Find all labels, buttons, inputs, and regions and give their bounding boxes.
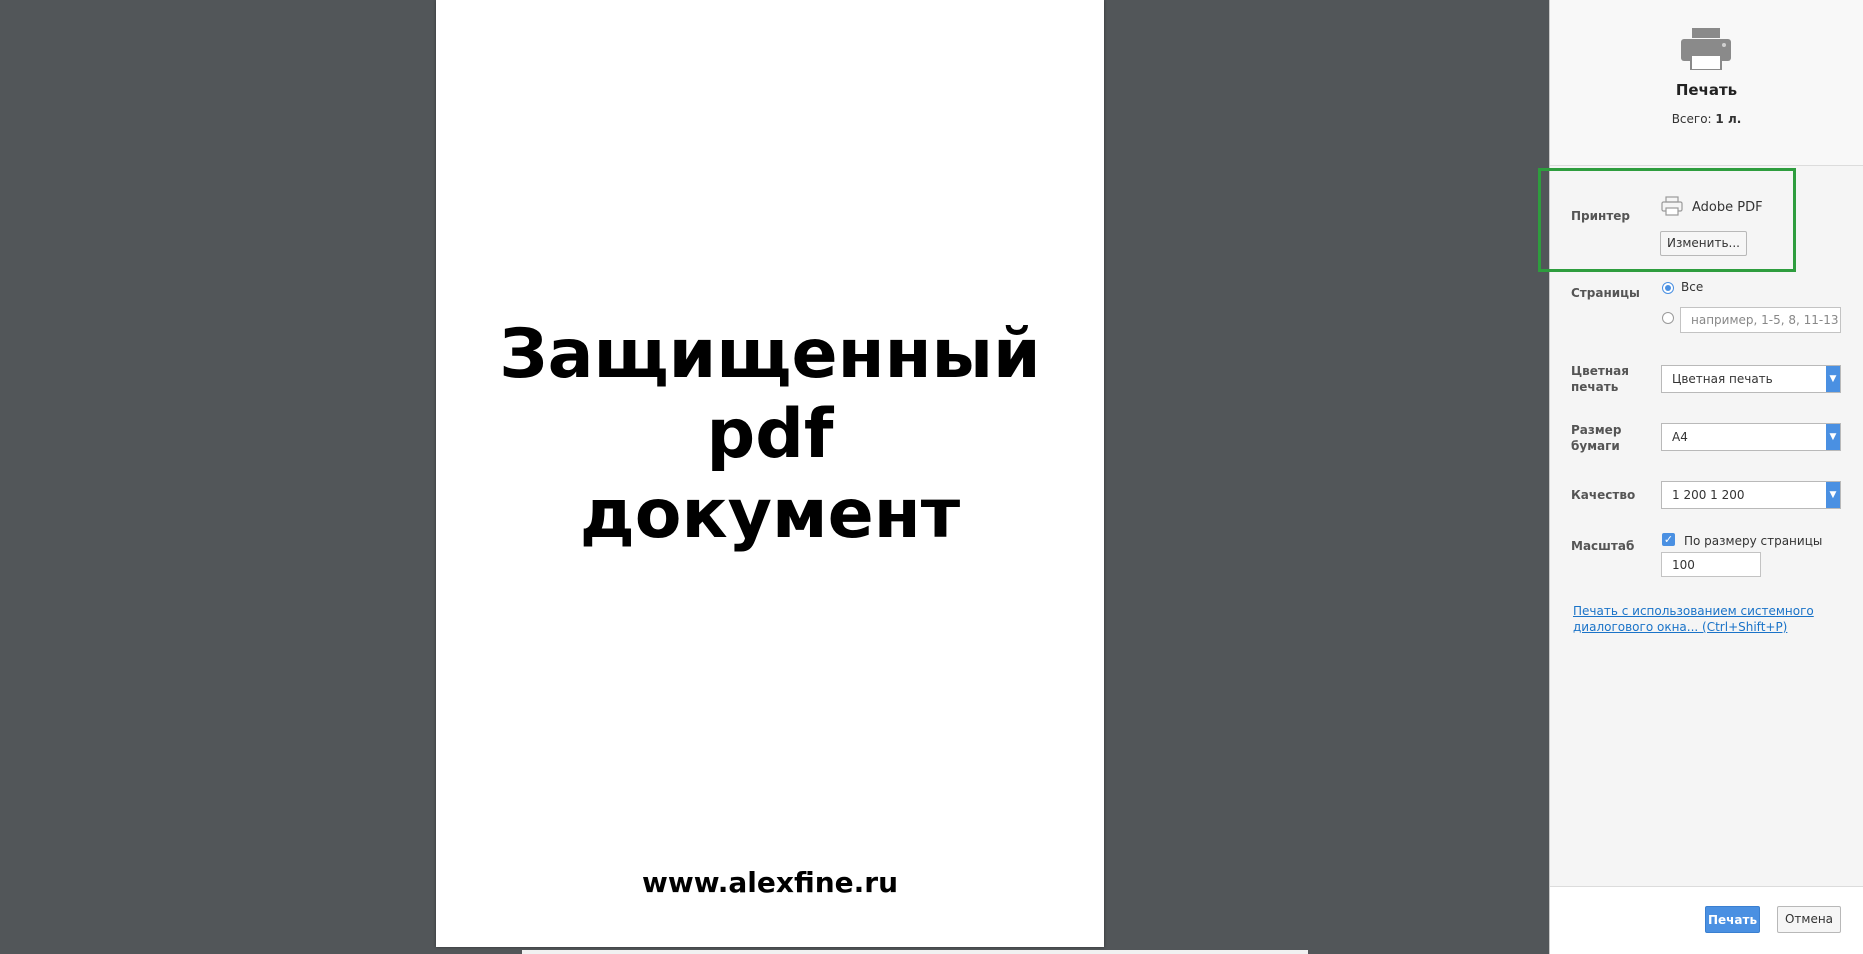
document-page: Защищенный pdf документ www.alexfine.ru [436, 0, 1104, 947]
printer-icon [1681, 28, 1731, 70]
paper-size-label: Размер бумаги [1571, 422, 1621, 454]
color-select-value: Цветная печать [1672, 372, 1773, 386]
document-title-line-2: pdf [706, 395, 834, 474]
total-pages: Всего: 1 л. [1550, 112, 1863, 126]
document-title: Защищенный pdf документ [436, 315, 1104, 555]
print-button[interactable]: Печать [1705, 906, 1760, 933]
total-value: 1 л. [1715, 112, 1742, 126]
paper-size-select[interactable]: A4 ▼ [1661, 423, 1841, 451]
quality-select[interactable]: 1 200 1 200 ▼ [1661, 481, 1841, 509]
chevron-down-icon: ▼ [1826, 482, 1840, 508]
fit-to-page-checkbox[interactable]: ✓ [1662, 533, 1675, 546]
horizontal-scrollbar[interactable] [522, 950, 1308, 954]
print-header: Печать Всего: 1 л. [1550, 0, 1863, 166]
system-dialog-link-line-2[interactable]: диалогового окна... (Ctrl+Shift+P) [1573, 619, 1814, 635]
printer-highlight-box [1538, 168, 1796, 272]
document-title-line-1: Защищенный [499, 315, 1041, 394]
color-select[interactable]: Цветная печать ▼ [1661, 365, 1841, 393]
dialog-footer: Печать Отмена [1550, 886, 1863, 954]
pages-label: Страницы [1571, 286, 1640, 300]
quality-select-value: 1 200 1 200 [1672, 488, 1745, 502]
color-label-line-2: печать [1571, 380, 1619, 394]
system-dialog-link-line-1[interactable]: Печать с использованием системного [1573, 603, 1814, 619]
total-label: Всего: [1671, 112, 1712, 126]
document-title-line-3: документ [579, 475, 961, 554]
paper-label-line-2: бумаги [1571, 439, 1620, 453]
chevron-down-icon: ▼ [1826, 366, 1840, 392]
pages-range-input[interactable]: например, 1-5, 8, 11-13 [1680, 307, 1841, 333]
paper-select-value: A4 [1672, 430, 1688, 444]
quality-label: Качество [1571, 488, 1636, 502]
color-label: Цветная печать [1571, 363, 1629, 395]
pages-range-radio[interactable] [1662, 312, 1674, 324]
scale-label: Масштаб [1571, 539, 1635, 553]
print-preview-area: Защищенный pdf документ www.alexfine.ru [0, 0, 1549, 954]
pages-all-radio[interactable] [1662, 282, 1674, 294]
print-title: Печать [1675, 81, 1738, 99]
document-footer-url: www.alexfine.ru [641, 866, 899, 899]
chevron-down-icon: ▼ [1826, 424, 1840, 450]
system-dialog-link[interactable]: Печать с использованием системного диало… [1573, 603, 1814, 635]
print-settings-sidebar: Печать Всего: 1 л. Принтер Страницы Цвет… [1549, 0, 1863, 954]
fit-to-page-label: По размеру страницы [1684, 534, 1823, 548]
pages-all-label: Все [1681, 280, 1704, 294]
cancel-button[interactable]: Отмена [1777, 906, 1841, 933]
paper-label-line-1: Размер [1571, 423, 1622, 437]
scale-input[interactable]: 100 [1661, 552, 1761, 577]
color-label-line-1: Цветная [1571, 364, 1629, 378]
